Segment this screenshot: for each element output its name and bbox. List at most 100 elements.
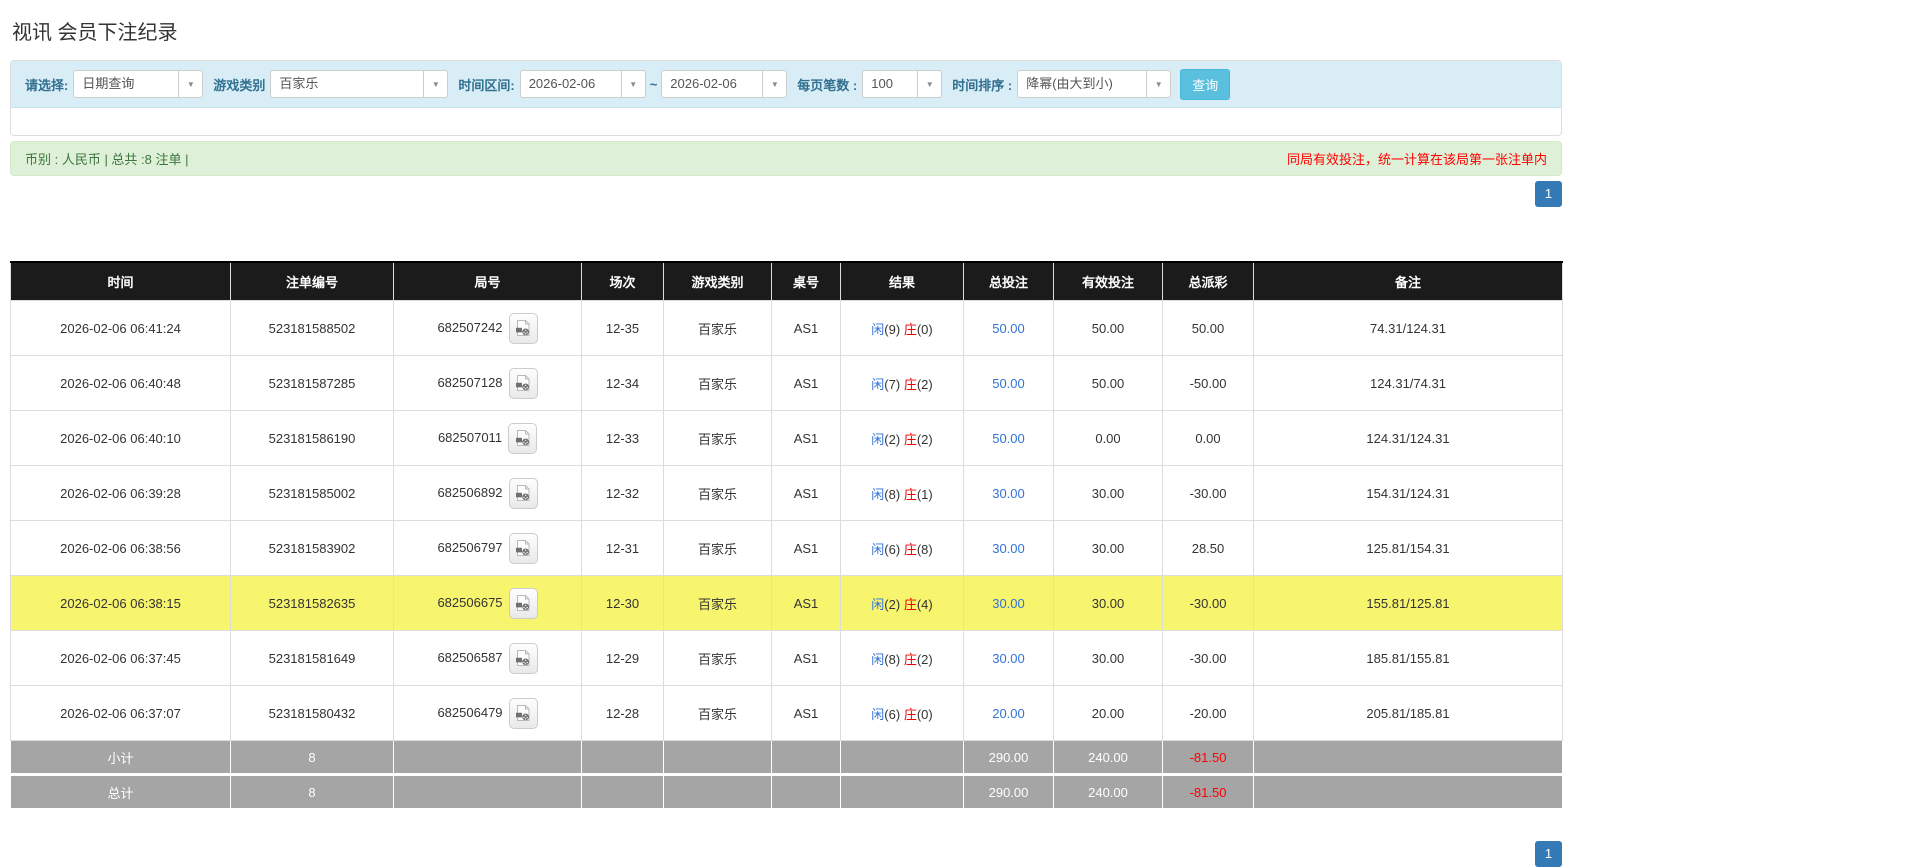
cell-session: 12-29 xyxy=(581,630,664,686)
video-record-icon[interactable] xyxy=(508,587,538,619)
pagination-bottom: 1 xyxy=(1535,841,1562,867)
result-player-label: 闲 xyxy=(871,321,885,337)
cell-total-payout: 0.00 xyxy=(1162,410,1254,466)
result-banker-count: (2) xyxy=(916,651,933,667)
round-number-text: 682506675 xyxy=(437,594,503,610)
chevron-down-icon[interactable]: ▼ xyxy=(762,71,787,97)
query-type-dropdown[interactable]: 日期查询 ▼ xyxy=(73,70,204,98)
cell-result: 闲(6) 庄(8) xyxy=(840,520,964,576)
cell-table-number: AS1 xyxy=(771,685,841,741)
date-from-value: 2026-02-06 xyxy=(528,76,596,91)
result-banker-label: 庄 xyxy=(903,706,917,722)
search-button[interactable]: 查询 xyxy=(1180,68,1231,100)
video-record-icon[interactable] xyxy=(508,367,538,399)
table-row: 2026-02-06 06:39:28 523181585002 682506892… xyxy=(10,465,1563,521)
cell-bet-number: 523181587285 xyxy=(230,355,394,411)
round-number-text: 682506587 xyxy=(437,649,503,665)
cell-game-type: 百家乐 xyxy=(663,630,772,686)
footer-label: 总计 xyxy=(10,774,231,809)
total-bet-link[interactable]: 30.00 xyxy=(992,596,1025,611)
cell-game-type: 百家乐 xyxy=(663,520,772,576)
cell-session: 12-34 xyxy=(581,355,664,411)
total-bet-link[interactable]: 30.00 xyxy=(992,541,1025,556)
total-bet-link[interactable]: 50.00 xyxy=(992,321,1025,336)
video-record-icon[interactable] xyxy=(508,697,538,729)
col-header-total-payout: 总派彩 xyxy=(1162,261,1254,301)
cell-total-payout: 50.00 xyxy=(1162,300,1254,356)
table-row: 2026-02-06 06:40:10 523181586190 682507011… xyxy=(10,410,1563,466)
result-player-count: (6) xyxy=(884,706,901,722)
sort-order-dropdown[interactable]: 降幂(由大到小) ▼ xyxy=(1017,70,1172,98)
chevron-down-icon[interactable]: ▼ xyxy=(178,71,203,97)
game-type-dropdown[interactable]: 百家乐 ▼ xyxy=(270,70,449,98)
result-player-count: (8) xyxy=(884,651,901,667)
video-record-icon[interactable] xyxy=(508,312,538,344)
result-banker-label: 庄 xyxy=(903,541,917,557)
cell-time: 2026-02-06 06:38:56 xyxy=(10,520,231,576)
footer-table-number xyxy=(771,740,841,776)
date-from-picker[interactable]: 2026-02-06 ▼ xyxy=(519,70,646,98)
cell-valid-bet: 30.00 xyxy=(1053,465,1163,521)
cell-result: 闲(9) 庄(0) xyxy=(840,300,964,356)
cell-game-type: 百家乐 xyxy=(663,685,772,741)
cell-remark: 124.31/124.31 xyxy=(1253,410,1563,466)
cell-bet-number: 523181581649 xyxy=(230,630,394,686)
summary-currency-text: 币别 : 人民币 | 总共 :8 注单 | xyxy=(25,152,189,167)
per-page-dropdown[interactable]: 100 ▼ xyxy=(862,70,943,98)
cell-round-number: 682507011 xyxy=(393,410,582,466)
video-record-icon[interactable] xyxy=(508,477,538,509)
result-player-label: 闲 xyxy=(871,706,885,722)
col-header-bet-number: 注单编号 xyxy=(230,261,394,301)
cell-remark: 124.31/74.31 xyxy=(1253,355,1563,411)
cell-session: 12-28 xyxy=(581,685,664,741)
chevron-down-icon[interactable]: ▼ xyxy=(1146,71,1171,97)
cell-session: 12-35 xyxy=(581,300,664,356)
col-header-valid-bet: 有效投注 xyxy=(1053,261,1163,301)
cell-time: 2026-02-06 06:40:48 xyxy=(10,355,231,411)
bets-table: 时间 注单编号 局号 场次 游戏类别 桌号 结果 总投注 有效投注 总派彩 备注 2026-02-0… xyxy=(10,261,1563,809)
total-bet-link[interactable]: 50.00 xyxy=(992,376,1025,391)
video-record-icon[interactable] xyxy=(508,422,538,454)
total-bet-link[interactable]: 30.00 xyxy=(992,486,1025,501)
total-bet-link[interactable]: 30.00 xyxy=(992,651,1025,666)
cell-time: 2026-02-06 06:38:15 xyxy=(10,575,231,631)
page-1-button-bottom[interactable]: 1 xyxy=(1535,841,1562,867)
game-type-label: 游戏类别 xyxy=(213,77,266,93)
round-number-text: 682507128 xyxy=(437,374,503,390)
cell-total-payout: -30.00 xyxy=(1162,630,1254,686)
page-1-button[interactable]: 1 xyxy=(1535,181,1562,207)
result-banker-label: 庄 xyxy=(903,486,917,502)
footer-round-number xyxy=(393,740,582,776)
cell-result: 闲(8) 庄(2) xyxy=(840,630,964,686)
cell-session: 12-33 xyxy=(581,410,664,466)
table-footer: 小计 8 290.00 240.00 -81.50 总计 8 290.00 240.00 -81.… xyxy=(10,740,1563,809)
footer-payout: -81.50 xyxy=(1162,774,1254,809)
cell-total-bet: 30.00 xyxy=(963,520,1054,576)
table-row: 2026-02-06 06:38:56 523181583902 682506797… xyxy=(10,520,1563,576)
cell-valid-bet: 30.00 xyxy=(1053,520,1163,576)
filter-panel: 请选择: 日期查询 ▼ 游戏类别 百家乐 ▼ 时间区间: 2026-02-06 … xyxy=(10,60,1562,136)
cell-table-number: AS1 xyxy=(771,630,841,686)
footer-result xyxy=(840,740,964,776)
cell-total-payout: -50.00 xyxy=(1162,355,1254,411)
footer-valid-bet: 240.00 xyxy=(1053,774,1163,809)
total-bet-link[interactable]: 50.00 xyxy=(992,431,1025,446)
cell-game-type: 百家乐 xyxy=(663,300,772,356)
col-header-remark: 备注 xyxy=(1253,261,1563,301)
game-type-value: 百家乐 xyxy=(279,76,319,91)
result-banker-count: (0) xyxy=(916,321,933,337)
cell-bet-number: 523181580432 xyxy=(230,685,394,741)
date-to-picker[interactable]: 2026-02-06 ▼ xyxy=(661,70,788,98)
table-row: 2026-02-06 06:40:48 523181587285 682507128… xyxy=(10,355,1563,411)
total-bet-link[interactable]: 20.00 xyxy=(992,706,1025,721)
chevron-down-icon[interactable]: ▼ xyxy=(917,71,942,97)
chevron-down-icon[interactable]: ▼ xyxy=(620,71,645,97)
cell-game-type: 百家乐 xyxy=(663,410,772,466)
round-number-text: 682506479 xyxy=(437,704,503,720)
video-record-icon[interactable] xyxy=(508,532,538,564)
video-record-icon[interactable] xyxy=(508,642,538,674)
cell-bet-number: 523181583902 xyxy=(230,520,394,576)
footer-result xyxy=(840,774,964,809)
chevron-down-icon[interactable]: ▼ xyxy=(423,71,448,97)
cell-table-number: AS1 xyxy=(771,355,841,411)
